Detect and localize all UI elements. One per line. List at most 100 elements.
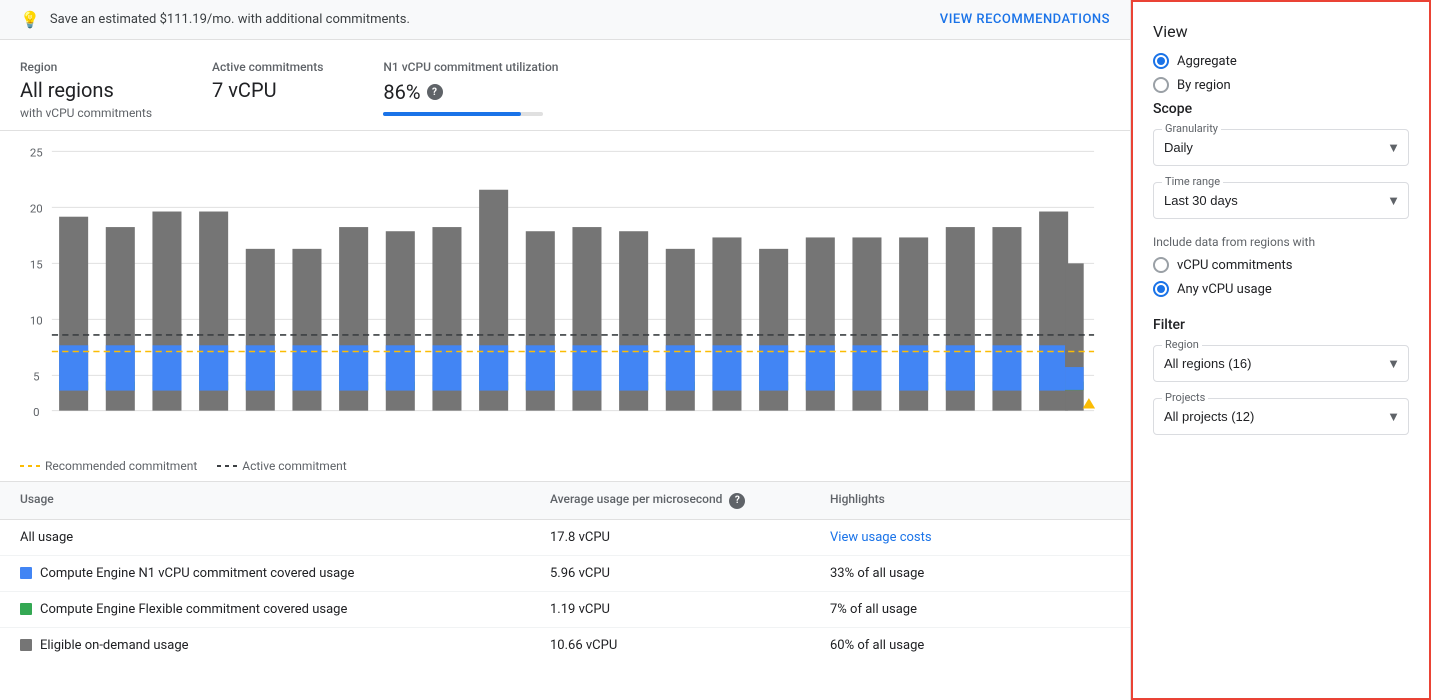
main-content: 💡 Save an estimated $111.19/mo. with add… <box>0 0 1131 700</box>
usage-label: Compute Engine N1 vCPU commitment covere… <box>20 566 550 581</box>
include-label: Include data from regions with <box>1153 235 1409 249</box>
svg-text:Oct 30: Oct 30 <box>199 419 229 421</box>
projects-wrapper: All projects (12) ▼ <box>1154 399 1408 434</box>
stats-row: Region All regions with vCPU commitments… <box>0 40 1130 131</box>
col-usage: Usage <box>20 492 550 509</box>
granularity-dropdown[interactable]: Granularity Daily Weekly Monthly ▼ <box>1153 129 1409 166</box>
legend-recommended: Recommended commitment <box>20 459 197 473</box>
svg-text:Nov 15: Nov 15 <box>571 419 604 421</box>
view-radio-group: Aggregate By region <box>1153 53 1409 93</box>
region-label: Region <box>20 60 152 74</box>
aggregate-label: Aggregate <box>1177 54 1237 69</box>
col-highlights: Highlights <box>830 492 1110 509</box>
vcpu-commitments-label: vCPU commitments <box>1177 258 1292 273</box>
view-usage-costs-link[interactable]: View usage costs <box>830 530 932 545</box>
usage-label: All usage <box>20 530 550 545</box>
row-2-highlight: 7% of all usage <box>830 602 1110 617</box>
svg-text:Nov 13: Nov 13 <box>524 419 557 421</box>
filter-title: Filter <box>1153 317 1409 333</box>
usage-label: Eligible on-demand usage <box>20 638 550 653</box>
svg-text:Oct 28: Oct 28 <box>152 419 182 421</box>
svg-text:Nov 21: Nov 21 <box>1058 419 1090 421</box>
granularity-wrapper: Daily Weekly Monthly ▼ <box>1154 130 1408 165</box>
usage-label: Compute Engine Flexible commitment cover… <box>20 602 550 617</box>
svg-text:10: 10 <box>30 314 43 328</box>
gray-legend-dot <box>20 639 32 651</box>
any-vcpu-label: Any vCPU usage <box>1177 282 1272 297</box>
region-stat: Region All regions with vCPU commitments <box>20 60 152 120</box>
row-0-highlight: View usage costs <box>830 530 1110 545</box>
any-vcpu-radio <box>1153 281 1169 297</box>
utilization-value-row: 86% ? <box>383 80 558 104</box>
bar-chart: 25 20 15 10 5 0 <box>10 141 1110 421</box>
table-row: Compute Engine N1 vCPU commitment covere… <box>0 556 1130 592</box>
banner-left: 💡 Save an estimated $111.19/mo. with add… <box>20 10 410 29</box>
row-1-label: Compute Engine N1 vCPU commitment covere… <box>40 566 354 581</box>
chart-legend: Recommended commitment Active commitment <box>0 451 1130 481</box>
table-row: Compute Engine Flexible commitment cover… <box>0 592 1130 628</box>
active-commitments-label: Active commitments <box>212 60 323 74</box>
include-radio-group: vCPU commitments Any vCPU usage <box>1153 257 1409 297</box>
utilization-bar <box>383 112 543 116</box>
row-0-avg: 17.8 vCPU <box>550 530 830 545</box>
include-vcpu-commitments[interactable]: vCPU commitments <box>1153 257 1409 273</box>
svg-text:Nov 1: Nov 1 <box>247 419 274 421</box>
panel-view-title: View <box>1153 22 1409 41</box>
green-legend-dot <box>20 603 32 615</box>
time-range-dropdown[interactable]: Time range Last 7 days Last 30 days Last… <box>1153 182 1409 219</box>
filter-section: Filter Region All regions (16) ▼ Project… <box>1153 317 1409 435</box>
right-panel: View Aggregate By region Scope Granulari… <box>1131 0 1431 700</box>
by-region-label: By region <box>1177 78 1231 93</box>
svg-text:Nov 3: Nov 3 <box>294 419 321 421</box>
svg-text:Oct 24: Oct 24 <box>59 419 89 421</box>
time-range-select[interactable]: Last 7 days Last 30 days Last 90 days <box>1154 183 1408 218</box>
include-any-vcpu[interactable]: Any vCPU usage <box>1153 281 1409 297</box>
row-0-label: All usage <box>20 530 73 545</box>
legend-recommended-label: Recommended commitment <box>45 459 197 473</box>
projects-select[interactable]: All projects (12) <box>1154 399 1408 434</box>
svg-text:Nov 19: Nov 19 <box>664 419 697 421</box>
svg-text:25: 25 <box>30 146 43 160</box>
projects-dropdown[interactable]: Projects All projects (12) ▼ <box>1153 398 1409 435</box>
region-sub: with vCPU commitments <box>20 106 152 120</box>
row-3-avg: 10.66 vCPU <box>550 638 830 653</box>
svg-text:20: 20 <box>30 202 43 216</box>
region-value: All regions <box>20 78 152 102</box>
time-range-wrapper: Last 7 days Last 30 days Last 90 days ▼ <box>1154 183 1408 218</box>
table-header: Usage Average usage per microsecond ? Hi… <box>0 482 1130 520</box>
region-select[interactable]: All regions (16) <box>1154 346 1408 381</box>
scope-title: Scope <box>1153 101 1409 117</box>
active-commitments-stat: Active commitments 7 vCPU <box>212 60 323 120</box>
view-recommendations-link[interactable]: VIEW RECOMMENDATIONS <box>940 12 1110 27</box>
usage-table: Usage Average usage per microsecond ? Hi… <box>0 481 1130 663</box>
view-by-region-option[interactable]: By region <box>1153 77 1409 93</box>
row-1-highlight: 33% of all usage <box>830 566 1110 581</box>
banner-text: Save an estimated $111.19/mo. with addit… <box>50 12 410 27</box>
svg-text:Nov 11: Nov 11 <box>477 419 509 421</box>
lightbulb-icon: 💡 <box>20 10 40 29</box>
utilization-stat: N1 vCPU commitment utilization 86% ? <box>383 60 558 120</box>
table-row: All usage 17.8 vCPU View usage costs <box>0 520 1130 556</box>
legend-active-line <box>217 465 237 467</box>
active-commitments-value: 7 vCPU <box>212 78 323 102</box>
svg-text:Nov 17: Nov 17 <box>617 419 650 421</box>
svg-text:Nov 7: Nov 7 <box>387 419 414 421</box>
savings-banner: 💡 Save an estimated $111.19/mo. with add… <box>0 0 1130 40</box>
utilization-bar-fill <box>383 112 521 116</box>
utilization-label: N1 vCPU commitment utilization <box>383 60 558 74</box>
legend-active-label: Active commitment <box>242 459 346 473</box>
scope-section: Scope Granularity Daily Weekly Monthly ▼… <box>1153 101 1409 297</box>
by-region-radio-circle <box>1153 77 1169 93</box>
row-2-label: Compute Engine Flexible commitment cover… <box>40 602 347 617</box>
granularity-select[interactable]: Daily Weekly Monthly <box>1154 130 1408 165</box>
row-3-highlight: 60% of all usage <box>830 638 1110 653</box>
col-avg: Average usage per microsecond ? <box>550 492 830 509</box>
aggregate-radio-circle <box>1153 53 1169 69</box>
view-aggregate-option[interactable]: Aggregate <box>1153 53 1409 69</box>
help-icon[interactable]: ? <box>427 84 443 100</box>
svg-text:5: 5 <box>33 370 39 384</box>
region-dropdown[interactable]: Region All regions (16) ▼ <box>1153 345 1409 382</box>
chart-area: 25 20 15 10 5 0 <box>0 131 1130 451</box>
avg-help-icon[interactable]: ? <box>729 493 745 509</box>
legend-recommended-line <box>20 465 40 467</box>
